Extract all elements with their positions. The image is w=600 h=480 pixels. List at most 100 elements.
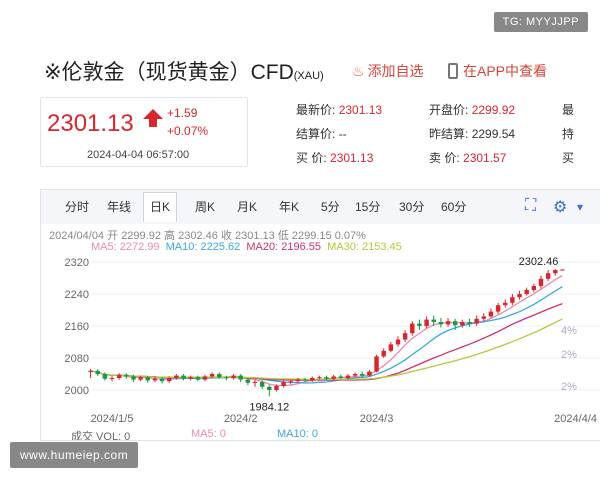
candle-body (202, 376, 208, 380)
add-favorite-button[interactable]: ♨ 添加自选 (352, 61, 424, 81)
candle-body (338, 376, 344, 378)
candle-body (524, 290, 529, 294)
settle-price-row: 结算价: -- (296, 127, 347, 141)
extra-col-3: 买 (562, 151, 575, 165)
candle-body (445, 321, 451, 325)
candle-body (302, 379, 308, 381)
header: ※伦敦金（现货黄金）CFD(XAU) ♨ 添加自选 在APP中查看 (44, 56, 560, 86)
candle-body (553, 270, 558, 274)
candle-body (545, 273, 551, 279)
candle-body (152, 378, 158, 381)
pct-scale-label: 2% (561, 349, 577, 361)
price-panel: 2301.13 +1.59 +0.07% 2024-04-04 06:57:00 (40, 97, 248, 167)
candle-body (460, 322, 465, 326)
candle-body (109, 378, 115, 379)
extra-col-2: 持 (562, 127, 575, 141)
candle-body (417, 323, 422, 326)
last-price: 2301.13 (47, 110, 134, 137)
candle-body (102, 374, 108, 379)
candle-body (231, 375, 236, 378)
open-price-row: 开盘价: 2299.92 (429, 103, 516, 117)
price-change-pct: +0.07% (167, 124, 209, 138)
candle-body (538, 278, 544, 286)
ma5-line (90, 274, 563, 387)
candle-body (317, 377, 322, 379)
low-marker-label: 1984.12 (249, 401, 289, 413)
volume-ma5: MA5: 0 (191, 428, 226, 440)
candle-body (495, 305, 501, 312)
x-tick-label: 2024/3 (360, 413, 394, 425)
candle-body (245, 379, 251, 383)
candle-body (481, 316, 486, 319)
x-tick-label: 2024/2 (224, 413, 258, 425)
ask-price-row: 卖 价: 2301.57 (429, 151, 507, 165)
kline-svg: 2000 2080 2160 2240 2320 2302.46 1984.12 4% 2% 2%… (65, 256, 600, 425)
candle-body (388, 344, 394, 351)
y-tick-label: 2080 (65, 353, 89, 365)
x-tick-label: 2024/4/4 (554, 413, 597, 425)
pct-scale-label: 4% (561, 325, 577, 337)
watermark-telegram: TG: MYYJJPP (493, 12, 588, 32)
candle-body (224, 377, 229, 379)
extra-col-1: 最 (562, 103, 575, 117)
candle-body (360, 374, 365, 376)
candle-body (467, 322, 472, 324)
candle-body (424, 319, 429, 326)
quote-time: 2024-04-04 06:57:00 (87, 149, 190, 161)
watermark-url: www.humeiep.com (10, 442, 139, 468)
candle-body (209, 374, 215, 377)
x-tick-label: 2024/1/5 (91, 413, 134, 425)
y-tick-label: 2240 (65, 289, 89, 301)
candle-body (238, 375, 243, 380)
candle-body (503, 302, 508, 306)
candle-body (410, 323, 415, 334)
candle-body (267, 386, 272, 390)
up-arrow-stem (149, 118, 157, 127)
phone-icon (448, 63, 458, 79)
candle-body (174, 375, 179, 378)
price-change: +1.59 (167, 106, 198, 120)
candle-body (88, 370, 93, 372)
volume-label: 成交 VOL: 0 (71, 431, 131, 441)
ma30-line (90, 318, 563, 381)
y-tick-label: 2160 (65, 321, 89, 333)
candle-body (374, 356, 379, 372)
candle-body (217, 374, 222, 378)
candle-body (145, 377, 150, 381)
volume-ma10: MA10: 0 (277, 428, 318, 440)
candle-body (295, 379, 301, 382)
candle-body (367, 371, 372, 376)
open-in-app-button[interactable]: 在APP中查看 (448, 61, 547, 81)
candle-body (510, 297, 515, 303)
candle-body (116, 374, 122, 378)
pct-scale-label: 2% (561, 381, 577, 393)
candle-body (252, 382, 258, 383)
candle-body (309, 378, 315, 381)
candle-body (131, 376, 136, 380)
high-marker-label: 2302.46 (519, 256, 559, 268)
candle-body (560, 269, 565, 271)
candle-body (531, 286, 537, 290)
candle-body (474, 318, 479, 324)
candle-body (324, 377, 329, 379)
page-title: ※伦敦金（现货黄金）CFD(XAU) (44, 61, 324, 84)
y-tick-label: 2000 (65, 385, 89, 397)
candle-body (288, 381, 293, 383)
candle-body (188, 377, 193, 379)
bid-price-row: 买 价: 2301.13 (296, 151, 374, 165)
candle-body (95, 370, 100, 374)
candle-body (259, 382, 265, 387)
latest-price-row: 最新价: 2301.13 (296, 103, 383, 117)
candle-body (281, 382, 286, 386)
candle-body (402, 333, 408, 340)
candle-body (431, 319, 436, 322)
candle-body (274, 386, 279, 390)
candle-body (517, 294, 522, 298)
candle-body (452, 321, 458, 326)
kline-chart-panel: 分时 年线 日K 周K 月K 年K 5分 15分 30分 60分 ⛶ ⚙ ▾ 2… (40, 189, 600, 441)
candle-body (195, 377, 201, 380)
candle-body (352, 374, 358, 376)
candle-body (167, 378, 172, 382)
candle-body (395, 339, 401, 345)
flame-icon: ♨ (352, 63, 365, 79)
